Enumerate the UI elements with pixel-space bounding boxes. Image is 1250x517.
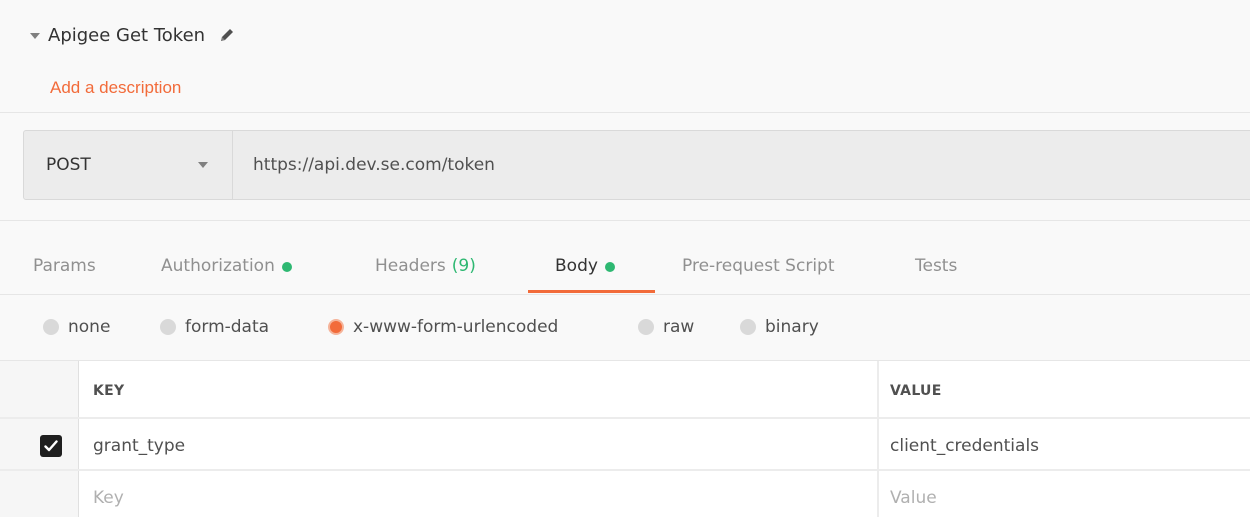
tab-authorization-label: Authorization [161, 256, 275, 276]
headers-count-badge: (9) [451, 256, 476, 276]
tab-headers-label: Headers [375, 256, 446, 276]
checkmark-icon [44, 440, 58, 452]
divider [0, 417, 1250, 419]
divider [0, 220, 1250, 221]
active-tab-indicator [528, 290, 655, 293]
radio-raw[interactable]: raw [638, 317, 694, 337]
request-title-row: Apigee Get Token [30, 20, 235, 50]
request-name[interactable]: Apigee Get Token [48, 25, 205, 46]
radio-selected-icon [328, 319, 344, 335]
chevron-down-icon [198, 162, 208, 168]
tab-body-label: Body [555, 256, 598, 276]
divider [877, 361, 879, 517]
radio-none[interactable]: none [43, 317, 110, 337]
radio-binary-label: binary [765, 317, 819, 337]
status-dot-icon [281, 262, 292, 272]
row-key-input[interactable]: grant_type [93, 436, 185, 456]
body-type-options: none form-data x-www-form-urlencoded raw… [0, 312, 1250, 352]
radio-binary[interactable]: binary [740, 317, 819, 337]
column-header-value: VALUE [890, 383, 942, 399]
tab-prerequest-label: Pre-request Script [682, 256, 835, 276]
url-bar: POST https://api.dev.se.com/token [23, 130, 1250, 200]
column-header-key: KEY [93, 383, 125, 399]
tab-params[interactable]: Params [33, 240, 96, 294]
status-dot-icon [604, 262, 615, 272]
radio-circle-icon [43, 319, 59, 335]
tab-tests-label: Tests [915, 256, 958, 276]
key-value-table: KEY VALUE grant_type client_credentials … [0, 360, 1250, 517]
tab-tests[interactable]: Tests [915, 240, 957, 294]
radio-form-data-label: form-data [185, 317, 270, 337]
row-enabled-checkbox[interactable] [40, 435, 62, 457]
collapse-caret-icon[interactable] [30, 33, 40, 39]
request-header: Apigee Get Token Add a description [0, 0, 1250, 113]
radio-urlencoded-label: x-www-form-urlencoded [353, 317, 559, 337]
radio-circle-icon [638, 319, 654, 335]
new-value-input[interactable]: Value [890, 488, 937, 508]
pencil-icon[interactable] [219, 27, 235, 43]
radio-none-label: none [68, 317, 111, 337]
url-input[interactable]: https://api.dev.se.com/token [233, 131, 1250, 199]
request-tabs: Params Authorization Headers (9) Body Pr… [0, 240, 1250, 295]
tab-headers[interactable]: Headers (9) [375, 240, 476, 294]
tab-params-label: Params [33, 256, 96, 276]
divider [0, 469, 1250, 471]
radio-circle-icon [740, 319, 756, 335]
radio-form-data[interactable]: form-data [160, 317, 269, 337]
add-description-link[interactable]: Add a description [50, 78, 181, 98]
row-value-input[interactable]: client_credentials [890, 436, 1039, 456]
method-select[interactable]: POST [24, 131, 233, 199]
new-key-input[interactable]: Key [93, 488, 124, 508]
tab-body[interactable]: Body [555, 240, 615, 294]
radio-circle-icon [160, 319, 176, 335]
radio-x-www-form-urlencoded[interactable]: x-www-form-urlencoded [328, 317, 558, 337]
method-label: POST [46, 155, 91, 175]
tab-prerequest-script[interactable]: Pre-request Script [682, 240, 835, 294]
tab-authorization[interactable]: Authorization [161, 240, 292, 294]
radio-raw-label: raw [663, 317, 695, 337]
